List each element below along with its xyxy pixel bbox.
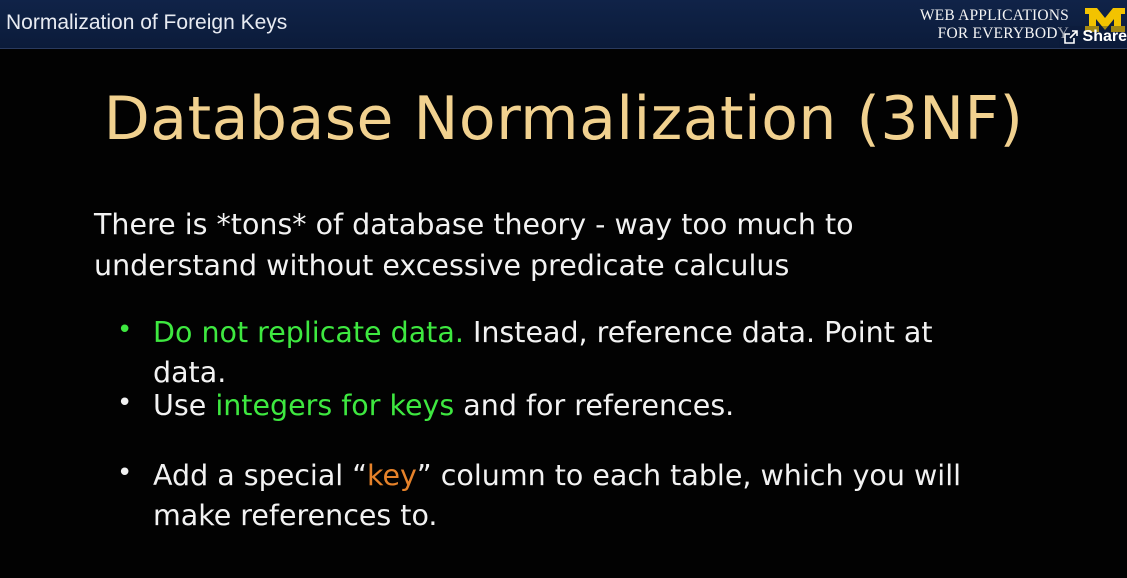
video-frame[interactable]: Normalization of Foreign Keys WEB APPLIC… xyxy=(0,0,1127,578)
bullet-marker: • xyxy=(117,315,133,345)
bullet-marker: • xyxy=(117,388,133,418)
bullet-item-3: • Add a special “key” column to each tab… xyxy=(117,456,1013,536)
bullet-item-1: • Do not replicate data. Instead, refere… xyxy=(117,313,1013,393)
share-label: Share xyxy=(1082,28,1127,45)
brand-line-2: FOR EVERYBODY xyxy=(937,25,1069,42)
slide-title: Database Normalization (3NF) xyxy=(103,84,1024,154)
bullet-text-before: Use xyxy=(153,389,216,422)
brand-text: WEB APPLICATIONS FOR EVERYBODY xyxy=(920,7,1069,43)
bullet-marker: • xyxy=(117,458,133,488)
bullet-text-before: Add a special “ xyxy=(153,459,368,492)
video-title-bar: Normalization of Foreign Keys WEB APPLIC… xyxy=(0,0,1127,49)
bullet-text-after: and for references. xyxy=(454,389,735,422)
bullet-item-2: • Use integers for keys and for referenc… xyxy=(117,386,1013,426)
bullet-highlight: key xyxy=(367,459,417,492)
bullet-highlight: Do not replicate data. xyxy=(153,316,464,349)
share-arrow-icon xyxy=(1063,30,1078,44)
bullet-highlight: integers for keys xyxy=(215,389,455,422)
slide-intro-text: There is *tons* of database theory - way… xyxy=(94,208,854,282)
share-button[interactable]: Share xyxy=(1058,26,1127,48)
brand-line-1: WEB APPLICATIONS xyxy=(919,7,1069,24)
video-title[interactable]: Normalization of Foreign Keys xyxy=(6,11,287,35)
